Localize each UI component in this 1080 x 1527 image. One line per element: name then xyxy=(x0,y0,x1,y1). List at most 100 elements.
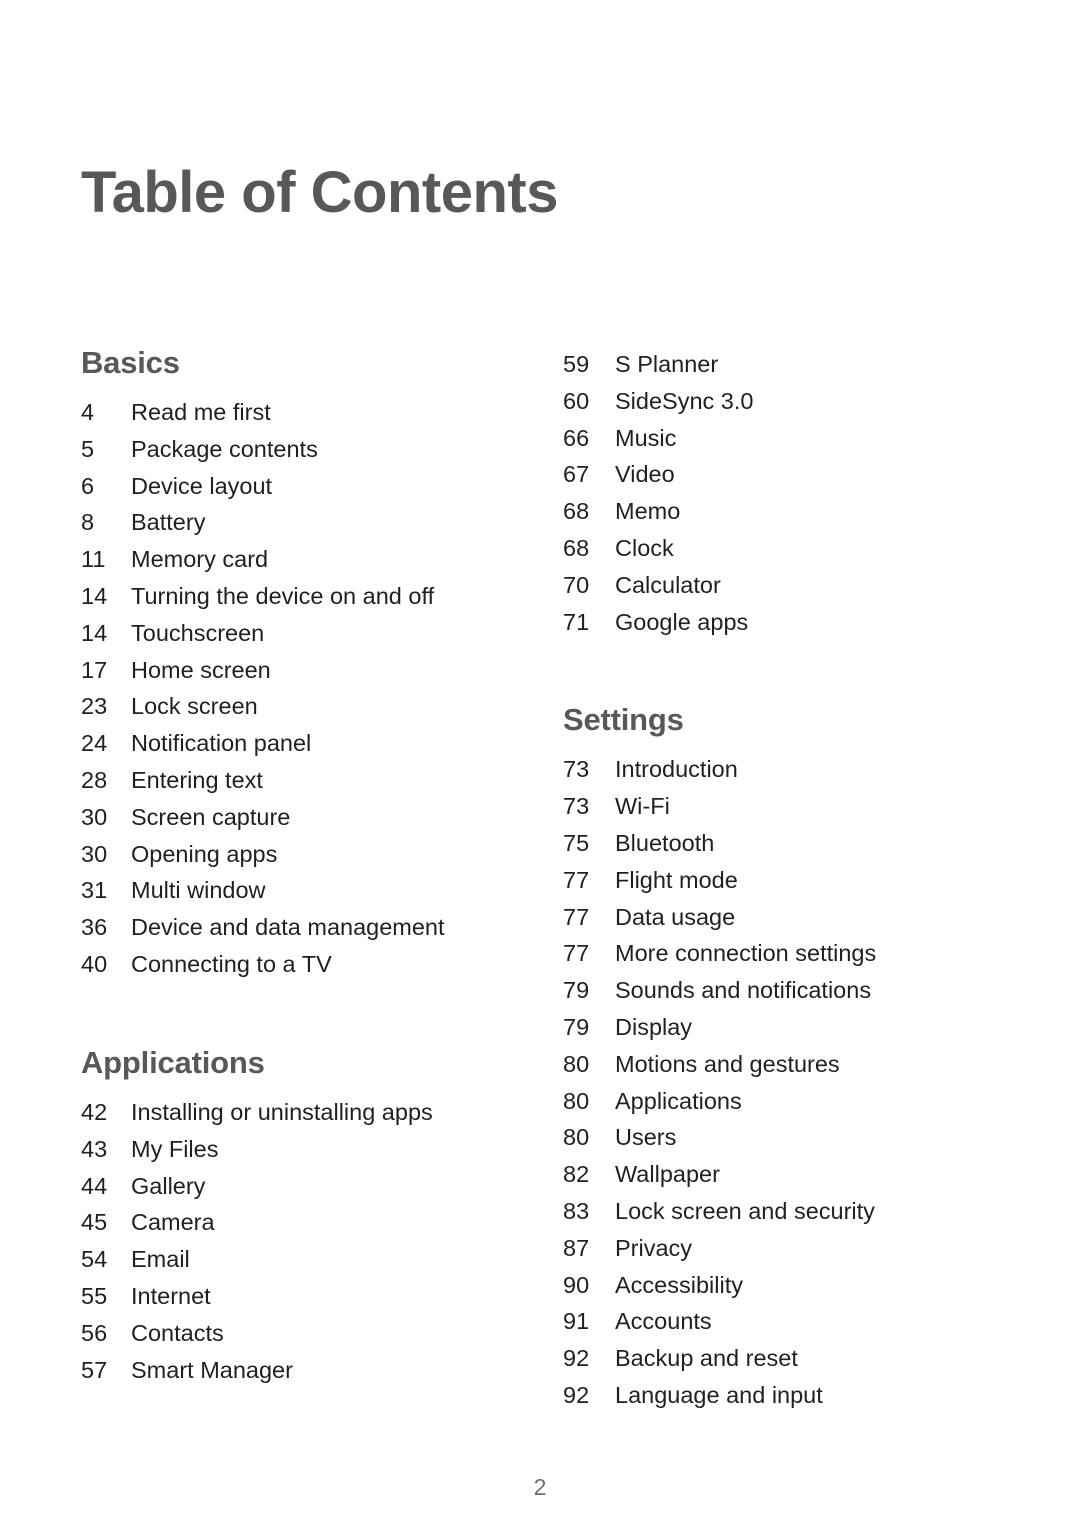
toc-entry[interactable]: 14 Touchscreen xyxy=(81,615,521,652)
toc-entry-label: Users xyxy=(615,1124,677,1151)
toc-entry[interactable]: 55 Internet xyxy=(81,1278,521,1315)
toc-entry[interactable]: 79 Display xyxy=(563,1009,1013,1046)
toc-entry-page-number: 40 xyxy=(81,951,108,978)
toc-entry[interactable]: 83 Lock screen and security xyxy=(563,1193,1013,1230)
toc-entry[interactable]: 6 Device layout xyxy=(81,468,521,505)
toc-entry-label: Language and input xyxy=(615,1382,823,1409)
toc-entry-label: Camera xyxy=(131,1209,215,1236)
toc-entry[interactable]: 28 Entering text xyxy=(81,762,521,799)
toc-entry[interactable]: 11 Memory card xyxy=(81,541,521,578)
toc-entry[interactable]: 54 Email xyxy=(81,1241,521,1278)
toc-entry-label: SideSync 3.0 xyxy=(615,387,754,414)
toc-entry-page-number: 55 xyxy=(81,1282,108,1309)
toc-section-applications: Applications 42 Installing or uninstalling… xyxy=(81,1045,521,1388)
toc-entry-list: 73 Introduction 73 Wi-Fi 75 Bluetooth 77 Flight… xyxy=(563,751,1013,1413)
toc-entry-label: Screen capture xyxy=(131,803,291,830)
toc-entry[interactable]: 70 Calculator xyxy=(563,567,1013,604)
toc-entry-page-number: 30 xyxy=(81,803,108,830)
toc-entry-page-number: 80 xyxy=(563,1087,590,1114)
toc-entry[interactable]: 56 Contacts xyxy=(81,1315,521,1352)
toc-entry[interactable]: 42 Installing or uninstalling apps xyxy=(81,1094,521,1131)
toc-entry[interactable]: 77 More connection settings xyxy=(563,935,1013,972)
toc-entry-list: 42 Installing or uninstalling apps 43 My Fi… xyxy=(81,1094,521,1388)
toc-entry[interactable]: 44 Gallery xyxy=(81,1168,521,1205)
toc-entry-page-number: 68 xyxy=(563,498,590,525)
toc-entry[interactable]: 8 Battery xyxy=(81,504,521,541)
toc-entry[interactable]: 75 Bluetooth xyxy=(563,825,1013,862)
toc-entry-label: Accessibility xyxy=(615,1271,743,1298)
toc-entry-page-number: 71 xyxy=(563,608,590,635)
toc-entry-label: Multi window xyxy=(131,877,266,904)
toc-entry-page-number: 77 xyxy=(563,866,590,893)
toc-entry[interactable]: 23 Lock screen xyxy=(81,688,521,725)
toc-entry[interactable]: 40 Connecting to a TV xyxy=(81,946,521,983)
toc-entry-page-number: 79 xyxy=(563,1014,590,1041)
toc-entry-label: More connection settings xyxy=(615,940,877,967)
toc-entry[interactable]: 71 Google apps xyxy=(563,604,1013,641)
toc-entry[interactable]: 14 Turning the device on and off xyxy=(81,578,521,615)
toc-entry[interactable]: 30 Opening apps xyxy=(81,836,521,873)
toc-entry-label: Read me first xyxy=(131,399,271,426)
toc-entry[interactable]: 77 Flight mode xyxy=(563,862,1013,899)
toc-entry[interactable]: 77 Data usage xyxy=(563,899,1013,936)
toc-entry[interactable]: 92 Backup and reset xyxy=(563,1340,1013,1377)
toc-entry[interactable]: 31 Multi window xyxy=(81,872,521,909)
toc-entry-page-number: 77 xyxy=(563,940,590,967)
toc-entry[interactable]: 73 Wi-Fi xyxy=(563,788,1013,825)
toc-entry[interactable]: 5 Package contents xyxy=(81,431,521,468)
toc-entry-page-number: 67 xyxy=(563,461,590,488)
toc-entry-label: Email xyxy=(131,1246,190,1273)
toc-entry-label: Opening apps xyxy=(131,840,278,867)
toc-entry[interactable]: 24 Notification panel xyxy=(81,725,521,762)
toc-entry-label: Sounds and notifications xyxy=(615,977,872,1004)
toc-entry-label: Device and data management xyxy=(131,914,445,941)
toc-entry[interactable]: 87 Privacy xyxy=(563,1230,1013,1267)
toc-entry-label: S Planner xyxy=(615,351,719,377)
toc-entry[interactable]: 67 Video xyxy=(563,456,1013,493)
toc-entry[interactable]: 43 My Files xyxy=(81,1131,521,1168)
toc-entry[interactable]: 91 Accounts xyxy=(563,1303,1013,1340)
toc-entry-label: Music xyxy=(615,424,677,451)
toc-entry[interactable]: 17 Home screen xyxy=(81,652,521,689)
toc-entry[interactable]: 73 Introduction xyxy=(563,751,1013,788)
toc-entry-page-number: 8 xyxy=(81,509,95,536)
toc-entry-label: Notification panel xyxy=(131,730,312,757)
toc-entry[interactable]: 60 SideSync 3.0 xyxy=(563,383,1013,420)
toc-entry-page-number: 70 xyxy=(563,571,590,598)
toc-entry-label: Data usage xyxy=(615,903,736,930)
toc-entry-page-number: 4 xyxy=(81,399,95,426)
toc-entry[interactable]: 45 Camera xyxy=(81,1204,521,1241)
toc-entry[interactable]: 57 Smart Manager xyxy=(81,1352,521,1389)
toc-entry[interactable]: 36 Device and data management xyxy=(81,909,521,946)
page-number: 2 xyxy=(533,1474,547,1500)
toc-entry-page-number: 17 xyxy=(81,656,108,683)
toc-entry-label: Privacy xyxy=(615,1234,693,1261)
toc-entry[interactable]: 92 Language and input xyxy=(563,1377,1013,1414)
toc-entry-label: Contacts xyxy=(131,1319,224,1346)
toc-entry[interactable]: 68 Clock xyxy=(563,530,1013,567)
toc-entry-page-number: 66 xyxy=(563,424,590,451)
toc-entry[interactable]: 79 Sounds and notifications xyxy=(563,972,1013,1009)
toc-entry-label: Wallpaper xyxy=(615,1161,720,1188)
toc-entry-label: Smart Manager xyxy=(131,1356,293,1383)
toc-entry[interactable]: 80 Motions and gestures xyxy=(563,1046,1013,1083)
toc-entry-page-number: 91 xyxy=(563,1308,590,1335)
toc-entry-page-number: 43 xyxy=(81,1135,108,1162)
toc-entry[interactable]: 90 Accessibility xyxy=(563,1267,1013,1304)
toc-entry[interactable]: 30 Screen capture xyxy=(81,799,521,836)
toc-entry-page-number: 24 xyxy=(81,730,108,757)
toc-entry-page-number: 90 xyxy=(563,1271,590,1298)
section-heading: Settings xyxy=(563,702,684,738)
toc-entry[interactable]: 80 Users xyxy=(563,1119,1013,1156)
toc-entry[interactable]: 80 Applications xyxy=(563,1083,1013,1120)
toc-entry[interactable]: 68 Memo xyxy=(563,493,1013,530)
toc-entry-list: 4 Read me first 5 Package contents 6 Device l… xyxy=(81,394,521,983)
toc-entry-label: Clock xyxy=(615,534,674,561)
toc-entry[interactable]: 82 Wallpaper xyxy=(563,1156,1013,1193)
toc-entry-page-number: 5 xyxy=(81,435,95,462)
toc-entry[interactable]: 4 Read me first xyxy=(81,394,521,431)
toc-entry[interactable]: 59 S Planner xyxy=(563,346,1013,383)
toc-entry[interactable]: 66 Music xyxy=(563,420,1013,457)
toc-entry-label: Bluetooth xyxy=(615,830,715,857)
toc-entry-label: Applications xyxy=(615,1087,742,1114)
